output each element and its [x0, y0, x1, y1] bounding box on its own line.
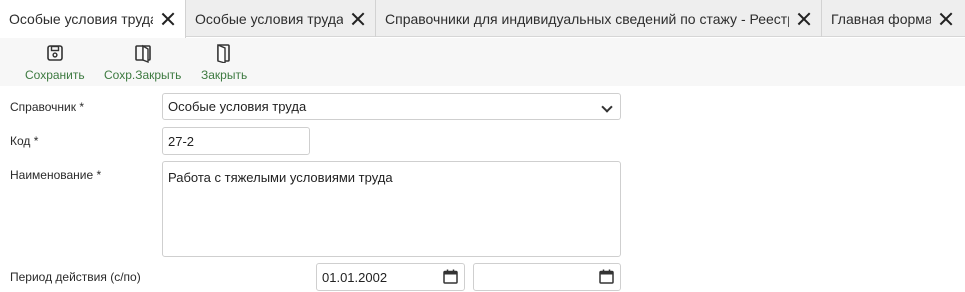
close-icon[interactable] — [161, 12, 175, 26]
period-label: Период действия (с/по) — [10, 270, 141, 284]
code-value: 27-2 — [168, 133, 195, 149]
name-value: Работа с тяжелыми условиями труда — [168, 170, 393, 185]
tab-glavnaya-forma[interactable]: Главная форма — [822, 0, 965, 37]
name-label: Наименование * — [10, 168, 102, 182]
tab-label: Особые условия труда — [9, 11, 153, 27]
tab-bar: Особые условия труда Особые условия труд… — [0, 0, 965, 38]
close-label: Закрыть — [201, 68, 248, 82]
code-label: Код * — [10, 134, 39, 148]
close-button[interactable]: Закрыть — [201, 43, 247, 82]
chevron-down-icon[interactable] — [601, 101, 613, 113]
tab-label: Справочники для индивидуальных сведений … — [385, 10, 789, 27]
directory-select[interactable]: Особые условия труда — [162, 93, 621, 120]
tab-label: Особые условия труда — [195, 10, 343, 27]
close-icon[interactable] — [351, 12, 365, 26]
code-field[interactable]: 27-2 — [162, 127, 310, 155]
close-icon[interactable] — [797, 12, 811, 26]
tab-label: Главная форма — [831, 10, 931, 27]
period-from-date-input[interactable]: 01.01.2002 — [316, 263, 465, 291]
close-icon[interactable] — [939, 12, 953, 26]
save-close-button[interactable]: Сохр.Закрыть — [104, 43, 181, 82]
save-label: Сохранить — [25, 68, 85, 82]
tab-spravochniki-reestr[interactable]: Справочники для индивидуальных сведений … — [376, 0, 822, 37]
save-close-icon — [134, 44, 151, 63]
directory-value: Особые условия труда — [168, 99, 307, 114]
directory-label: Справочник * — [10, 100, 84, 114]
tab-osobye-usloviya-truda[interactable]: Особые условия труда — [186, 0, 376, 37]
door-exit-icon — [217, 43, 230, 63]
toolbar: Сохранить Сохр.Закрыть Закрыть — [0, 38, 965, 86]
save-close-label: Сохр.Закрыть — [104, 68, 182, 82]
calendar-icon[interactable] — [599, 269, 614, 284]
floppy-disk-icon — [47, 45, 63, 61]
calendar-icon[interactable] — [443, 269, 458, 284]
period-from-value: 01.01.2002 — [322, 269, 388, 285]
save-button[interactable]: Сохранить — [25, 43, 85, 82]
tab-osobye-usloviya-truda-active[interactable]: Особые условия труда — [0, 0, 186, 38]
period-to-date-input[interactable] — [473, 263, 621, 291]
name-textarea[interactable]: Работа с тяжелыми условиями труда — [162, 161, 621, 257]
